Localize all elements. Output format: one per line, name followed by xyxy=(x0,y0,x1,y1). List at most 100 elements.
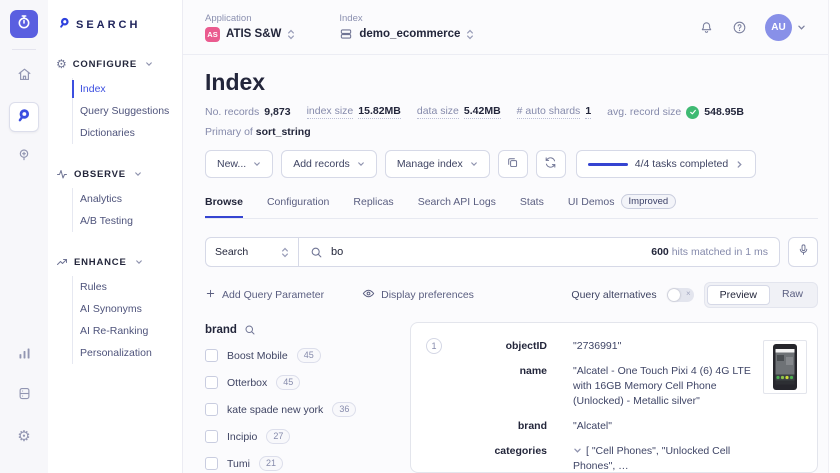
section-label: ENHANCE xyxy=(74,256,127,268)
microphone-icon xyxy=(797,243,810,261)
index-label: Index xyxy=(339,13,363,24)
manage-index-button[interactable]: Manage index xyxy=(384,150,490,178)
refresh-icon xyxy=(544,156,557,172)
copy-button[interactable] xyxy=(497,150,528,178)
section-header-enhance[interactable]: ENHANCE xyxy=(56,256,182,268)
sidebar: SEARCH ⚙ CONFIGURE Index Query Suggestio… xyxy=(48,0,183,473)
tab-replicas[interactable]: Replicas xyxy=(353,196,393,217)
search-icon xyxy=(310,246,323,259)
facet-count: 27 xyxy=(266,429,291,444)
query-alternatives-toggle[interactable]: × xyxy=(666,288,694,302)
user-menu[interactable]: AU xyxy=(765,13,806,41)
primary-index-name: sort_string xyxy=(255,126,311,138)
tasks-progress-button[interactable]: 4/4 tasks completed xyxy=(575,150,757,178)
product-thumbnail xyxy=(763,340,807,394)
facet-panel: brand Boost Mobile 45 Otterbox 45 kate s… xyxy=(205,322,400,473)
sidebar-item-analytics[interactable]: Analytics xyxy=(80,188,182,210)
facet-attribute-name: brand xyxy=(205,324,237,336)
tab-search-api-logs[interactable]: Search API Logs xyxy=(418,196,496,217)
checkbox[interactable] xyxy=(205,349,218,362)
checkbox[interactable] xyxy=(205,457,218,470)
notifications-bell-icon[interactable] xyxy=(699,20,714,35)
query-alternatives-label: Query alternatives xyxy=(571,289,657,301)
tab-ui-demos[interactable]: UI Demos Improved xyxy=(568,194,677,218)
facet-value-boost-mobile[interactable]: Boost Mobile 45 xyxy=(205,348,400,363)
sidebar-item-index[interactable]: Index xyxy=(72,78,182,100)
application-selector[interactable]: AS ATIS S&W xyxy=(205,26,295,42)
search-bar: Search bo 600 hits matched in 1 ms xyxy=(205,237,818,267)
sidebar-item-query-suggestions[interactable]: Query Suggestions xyxy=(80,100,182,122)
rail-home-button[interactable] xyxy=(9,62,39,92)
rail-settings-button[interactable]: ⚙ xyxy=(9,421,39,451)
search-hit-card: 1 objectID "2736991" name "Alcatel - One… xyxy=(410,322,818,473)
index-selector[interactable]: demo_ecommerce xyxy=(339,27,474,41)
sidebar-item-ab-testing[interactable]: A/B Testing xyxy=(80,210,182,232)
index-selector-group: Index demo_ecommerce xyxy=(339,13,474,41)
plus-icon xyxy=(205,288,216,302)
facet-count: 36 xyxy=(332,402,357,417)
stat-avg-record-size: avg. record size 548.95B xyxy=(607,105,744,119)
tab-browse[interactable]: Browse xyxy=(205,196,243,218)
checkbox[interactable] xyxy=(205,430,218,443)
new-button[interactable]: New... xyxy=(205,150,274,178)
scrollbar[interactable] xyxy=(828,0,840,473)
field-key: objectID xyxy=(505,340,547,352)
raw-mode-button[interactable]: Raw xyxy=(770,285,815,305)
sidebar-item-ai-re-ranking[interactable]: AI Re-Ranking xyxy=(80,320,182,342)
database-icon xyxy=(17,386,32,406)
rail-search-product-button[interactable] xyxy=(9,102,39,132)
facet-value-tumi[interactable]: Tumi 21 xyxy=(205,456,400,471)
preview-mode-button[interactable]: Preview xyxy=(706,285,770,305)
application-name: ATIS S&W xyxy=(226,28,282,40)
checkbox[interactable] xyxy=(205,376,218,389)
add-query-parameter-button[interactable]: Add Query Parameter xyxy=(205,288,324,302)
facet-value-otterbox[interactable]: Otterbox 45 xyxy=(205,375,400,390)
chevron-down-icon xyxy=(134,170,142,178)
voice-search-button[interactable] xyxy=(788,237,818,267)
search-type-selector[interactable]: Search xyxy=(205,237,299,267)
section-header-observe[interactable]: OBSERVE xyxy=(56,168,182,180)
rail-analytics-button[interactable] xyxy=(9,341,39,371)
expand-chevron-icon[interactable] xyxy=(573,446,582,455)
search-query: bo xyxy=(331,246,344,258)
sidebar-item-personalization[interactable]: Personalization xyxy=(80,342,182,364)
add-records-button[interactable]: Add records xyxy=(281,150,377,178)
app-root: ⚙ SEARCH ⚙ CONFIGURE Index Query Suggest… xyxy=(0,0,840,473)
algolia-logo-tile[interactable] xyxy=(10,10,38,38)
toggle-off-x-icon: × xyxy=(685,289,691,298)
facet-value-incipio[interactable]: Incipio 27 xyxy=(205,429,400,444)
checkbox[interactable] xyxy=(205,403,218,416)
query-controls-row: Add Query Parameter Display preferences … xyxy=(205,282,818,308)
search-pin-icon xyxy=(16,107,32,128)
rail-recommend-button[interactable] xyxy=(9,142,39,172)
rail-data-button[interactable] xyxy=(9,381,39,411)
help-icon[interactable] xyxy=(732,20,747,35)
display-preferences-button[interactable]: Display preferences xyxy=(362,287,474,303)
chevron-down-icon xyxy=(253,160,261,168)
chevron-down-icon xyxy=(470,160,478,168)
field-objectid: objectID "2736991" xyxy=(427,339,801,354)
field-value: "Alcatel" xyxy=(573,420,612,432)
tab-configuration[interactable]: Configuration xyxy=(267,196,329,217)
view-mode-switch: Preview Raw xyxy=(703,282,818,308)
facet-search-icon[interactable] xyxy=(244,324,256,336)
section-label: OBSERVE xyxy=(74,168,126,180)
check-circle-icon xyxy=(686,105,700,119)
tab-bar: Browse Configuration Replicas Search API… xyxy=(205,194,818,219)
index-name: demo_ecommerce xyxy=(359,28,461,40)
tab-stats[interactable]: Stats xyxy=(520,196,544,217)
results-area: brand Boost Mobile 45 Otterbox 45 kate s… xyxy=(205,322,818,473)
sidebar-item-dictionaries[interactable]: Dictionaries xyxy=(80,122,182,144)
section-label: CONFIGURE xyxy=(72,58,137,70)
timer-icon xyxy=(16,14,32,35)
search-input[interactable]: bo 600 hits matched in 1 ms xyxy=(299,237,780,267)
field-key: brand xyxy=(517,420,547,432)
refresh-button[interactable] xyxy=(535,150,566,178)
section-header-configure[interactable]: ⚙ CONFIGURE xyxy=(56,58,182,70)
sidebar-item-ai-synonyms[interactable]: AI Synonyms xyxy=(80,298,182,320)
sidebar-item-rules[interactable]: Rules xyxy=(80,276,182,298)
sorter-icon xyxy=(287,29,295,40)
search-product-logo[interactable]: SEARCH xyxy=(56,16,182,34)
eye-icon xyxy=(362,287,375,303)
facet-value-kate-spade[interactable]: kate spade new york 36 xyxy=(205,402,400,417)
